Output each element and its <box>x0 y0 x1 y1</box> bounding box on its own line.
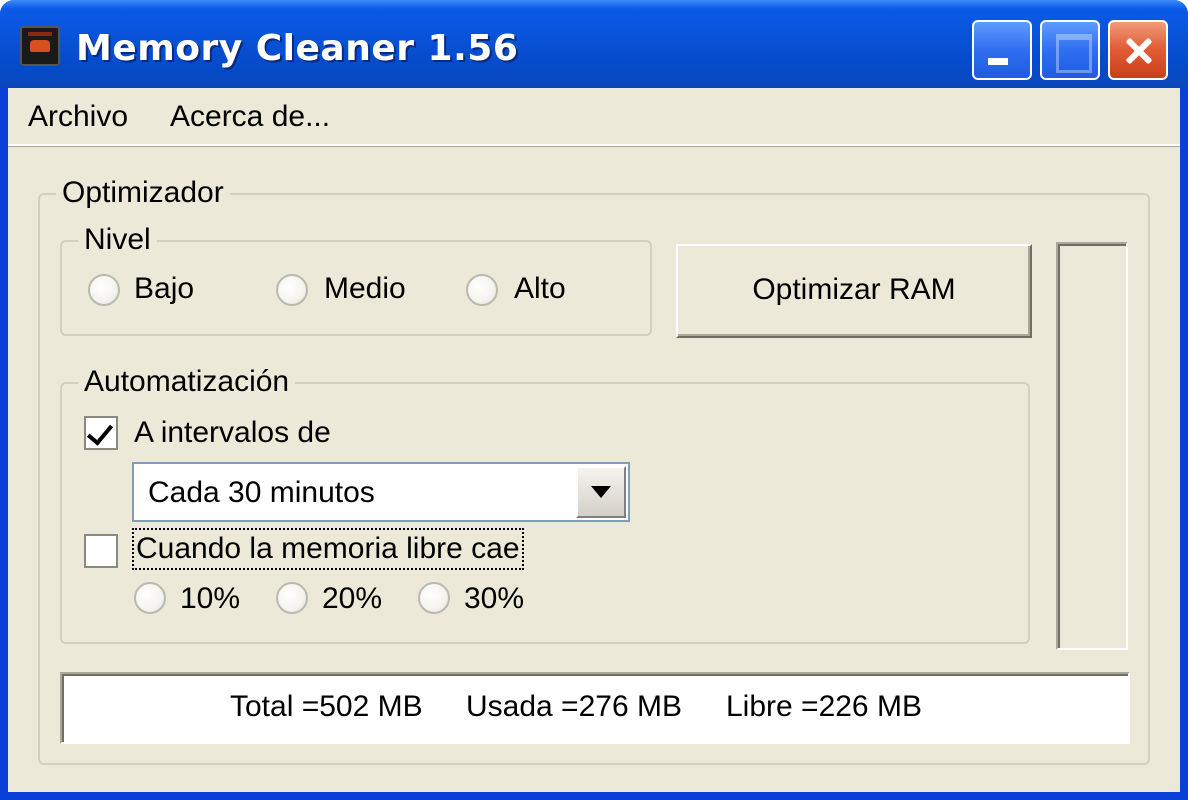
status-usada: Usada =276 MB <box>466 690 682 723</box>
optimizador-title: Optimizador <box>56 173 230 213</box>
menu-acerca-de[interactable]: Acerca de... <box>170 100 330 134</box>
app-window: Memory Cleaner 1.56 Archivo Acerca de...… <box>0 0 1188 800</box>
radio-20[interactable] <box>276 582 308 614</box>
window-title: Memory Cleaner 1.56 <box>76 28 519 69</box>
intervalos-checkbox[interactable] <box>84 416 118 450</box>
interval-select-value: Cada 30 minutos <box>148 476 375 509</box>
radio-10[interactable] <box>134 582 166 614</box>
automatizacion-title: Automatización <box>78 362 296 402</box>
radio-medio[interactable] <box>276 274 308 306</box>
status-libre: Libre =226 MB <box>726 690 922 723</box>
radio-30-label: 30% <box>464 582 525 615</box>
radio-bajo-label: Bajo <box>134 272 195 305</box>
menu-archivo[interactable]: Archivo <box>28 100 128 134</box>
chevron-down-icon[interactable] <box>576 466 626 518</box>
title-bar[interactable]: Memory Cleaner 1.56 <box>0 0 1188 88</box>
minimize-button[interactable] <box>972 20 1032 80</box>
interval-select[interactable]: Cada 30 minutos <box>132 462 630 522</box>
radio-alto-label: Alto <box>514 272 566 305</box>
menu-bar: Archivo Acerca de... <box>8 88 1180 146</box>
radio-30[interactable] <box>418 582 450 614</box>
client-area: Archivo Acerca de... Optimizador Nivel B… <box>8 88 1180 792</box>
radio-alto[interactable] <box>466 274 498 306</box>
radio-10-label: 10% <box>180 582 241 615</box>
nivel-title: Nivel <box>78 220 157 260</box>
radio-bajo[interactable] <box>88 274 120 306</box>
app-icon[interactable] <box>20 26 60 66</box>
optimizar-ram-button[interactable]: Optimizar RAM <box>676 244 1032 338</box>
memoria-libre-checkbox[interactable] <box>84 534 118 568</box>
memoria-libre-label: Cuando la memoria libre cae <box>132 528 524 570</box>
memory-level-bar <box>1056 242 1128 650</box>
memory-status-panel: Total =502 MB Usada =276 MB Libre =226 M… <box>60 672 1130 744</box>
status-total: Total =502 MB <box>230 690 423 723</box>
radio-20-label: 20% <box>322 582 383 615</box>
maximize-button[interactable] <box>1040 20 1100 80</box>
intervalos-label: A intervalos de <box>134 416 331 449</box>
radio-medio-label: Medio <box>324 272 406 305</box>
close-button[interactable] <box>1108 20 1168 80</box>
